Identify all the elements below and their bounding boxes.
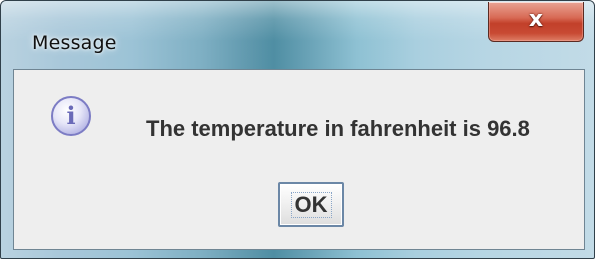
window-title: Message — [32, 32, 117, 54]
close-icon: x — [528, 7, 544, 32]
ok-button[interactable]: OK — [278, 182, 344, 227]
info-icon: i — [51, 96, 91, 136]
ok-button-label: OK — [290, 191, 332, 218]
message-text: The temperature in fahrenheit is 96.8 — [146, 116, 530, 141]
close-button[interactable]: x — [488, 2, 584, 42]
message-dialog-window: Message x i The temperature in fahrenhei… — [0, 0, 595, 259]
dialog-content: i The temperature in fahrenheit is 96.8 … — [13, 69, 585, 250]
title-bar[interactable]: Message x — [1, 1, 594, 69]
info-icon-glyph: i — [66, 101, 75, 130]
